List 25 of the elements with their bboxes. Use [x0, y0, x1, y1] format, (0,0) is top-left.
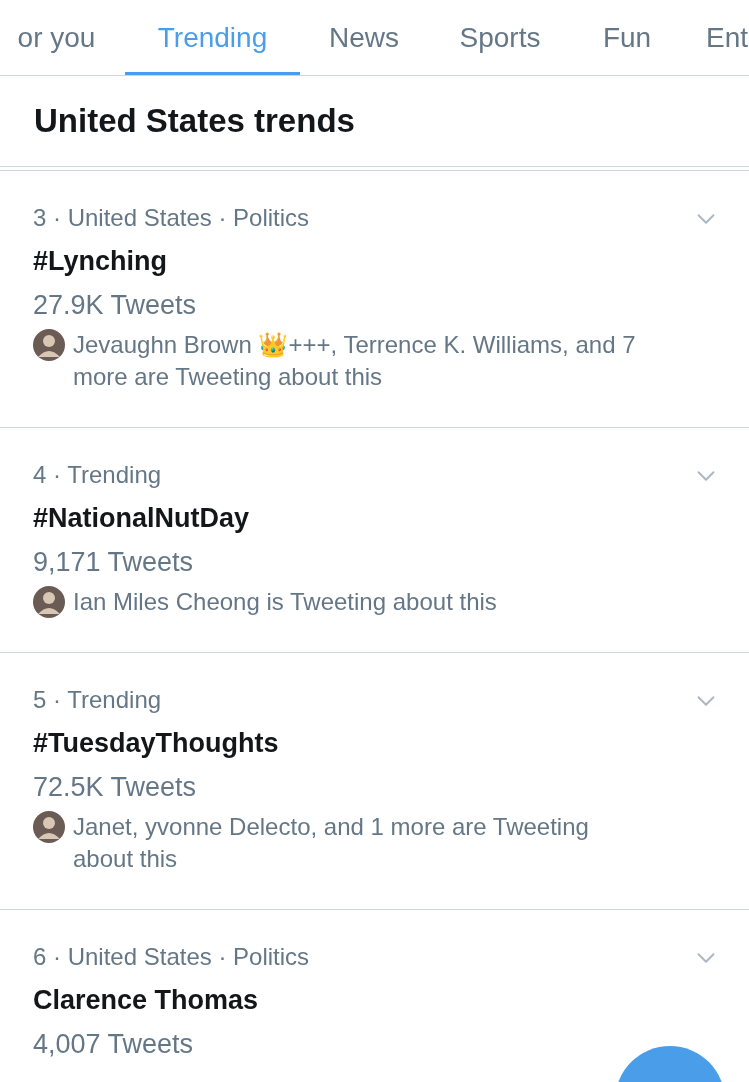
trend-title[interactable]: #TuesdayThoughts [33, 721, 279, 765]
trend-title[interactable]: Clarence Thomas [33, 978, 259, 1022]
tweet-count: 72.5K Tweets [33, 771, 197, 804]
avatar [33, 329, 65, 361]
tab[interactable]: Fun [572, 0, 682, 75]
trend-category: 6 · United States · Politics [33, 942, 310, 972]
tab[interactable]: Sports [428, 0, 572, 75]
avatar [33, 811, 65, 843]
tweet-count: 4,007 Tweets [33, 1028, 194, 1061]
trend-category: 3 · United States · Politics [33, 203, 310, 233]
trend-context: Jevaughn Brown 👑+++, Terrence K. Williams, and 7 more are Tweeting about this [73, 330, 637, 392]
trend-title[interactable]: #Lynching [33, 239, 167, 283]
avatar [33, 586, 65, 618]
tab[interactable]: Ent [682, 0, 749, 75]
trend-context: Ian Miles Cheong is Tweeting about this [73, 587, 497, 617]
tab[interactable]: Trending [125, 0, 300, 75]
tweet-count: 9,171 Tweets [33, 546, 194, 579]
tab[interactable]: News [300, 0, 428, 75]
trend-title[interactable]: #NationalNutDay [33, 496, 250, 540]
trend-category: 5 · Trending [33, 685, 162, 715]
section-title: United States trends [34, 101, 355, 142]
trend-category: 4 · Trending [33, 460, 162, 490]
tweet-count: 27.9K Tweets [33, 289, 197, 322]
tab[interactable]: or you [0, 0, 119, 75]
trend-context: Janet, yvonne Delecto, and 1 more are Tweeting about this [73, 812, 590, 874]
